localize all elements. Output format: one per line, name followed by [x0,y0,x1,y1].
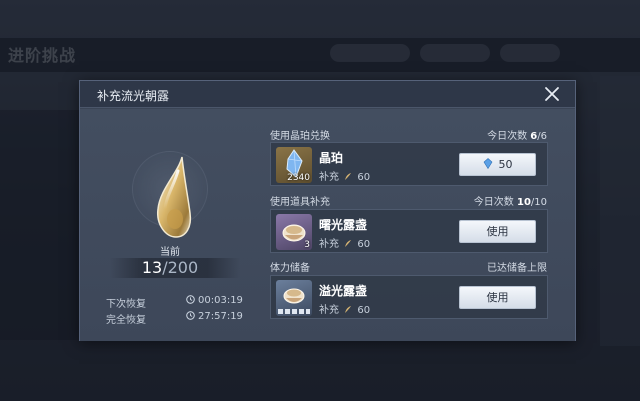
daily-count-used: 10 [516,197,531,208]
daily-count-label: 今日次数 [473,197,517,208]
replenish-dialog: 补充流光朝露 当前 13/200 下次恢复 00:03:19 完全恢复 27:5… [79,80,576,341]
item-slot[interactable]: 2340 [276,147,312,183]
exchange-card: 2340 晶珀 补充 60 50 [270,142,548,186]
section-status-item: 今日次数 10/10 [474,193,547,208]
crystal-gem-icon [483,158,492,169]
daily-count-total: /10 [530,197,547,208]
overflow-dew-card: 溢光露盏 补充 60 使用 [270,275,548,319]
supply-label: 补充 [319,305,339,316]
full-recover-label: 完全恢复 [106,315,146,326]
next-recover-label: 下次恢复 [106,299,146,310]
feather-icon [345,173,352,180]
section-status-exchange: 今日次数 6/6 [487,127,547,142]
daily-count-label: 今日次数 [487,131,531,142]
supply-info: 补充 60 [319,301,370,316]
dialog-title: 补充流光朝露 [97,89,170,103]
next-recover-time: 00:03:19 [198,295,243,306]
full-recover-time-row: 27:57:19 [186,311,243,322]
item-slot[interactable]: 3 [276,214,312,250]
use-button[interactable]: 使用 [459,286,536,309]
feather-icon [345,306,352,313]
next-recover-time-row: 00:03:19 [186,295,243,306]
section-label-item: 使用道具补充 [270,197,330,208]
clock-icon [186,295,195,304]
dialog-body: 当前 13/200 下次恢复 00:03:19 完全恢复 27:57:19 使用… [80,109,575,341]
current-label: 当前 [160,247,180,258]
use-button[interactable]: 使用 [459,220,536,243]
dialog-header: 补充流光朝露 [80,81,575,108]
close-icon [545,87,559,101]
item-slot[interactable] [276,280,312,316]
supply-amount: 60 [357,172,371,183]
section-label-exchange: 使用晶珀兑换 [270,131,330,142]
exchange-cost: 50 [498,158,513,171]
item-name: 晶珀 [319,151,344,165]
daily-count-total: /6 [537,131,547,142]
current-value: 13/200 [80,258,260,278]
reserve-level-bar [278,309,310,314]
supply-info: 补充 60 [319,168,370,183]
supply-amount: 60 [357,305,371,316]
supply-label: 补充 [319,239,339,250]
full-recover-time: 27:57:19 [198,311,243,322]
max-amount: 200 [167,258,199,277]
supply-amount: 60 [357,239,371,250]
supply-label: 补充 [319,172,339,183]
section-label-reserve: 体力储备 [270,263,310,274]
item-count: 3 [304,240,310,250]
dawn-dew-card: 3 曙光露盏 补充 60 使用 [270,209,548,253]
section-status-reserve: 已达储备上限 [487,263,547,274]
current-amount: 13 [141,258,163,277]
supply-info: 补充 60 [319,235,370,250]
dew-droplet-icon [157,156,192,238]
exchange-button[interactable]: 50 [459,153,536,176]
item-count: 2340 [287,173,310,183]
item-name: 溢光露盏 [319,284,368,298]
item-name: 曙光露盏 [319,218,368,232]
feather-icon [345,240,352,247]
close-button[interactable] [543,85,561,103]
clock-icon [186,311,195,320]
